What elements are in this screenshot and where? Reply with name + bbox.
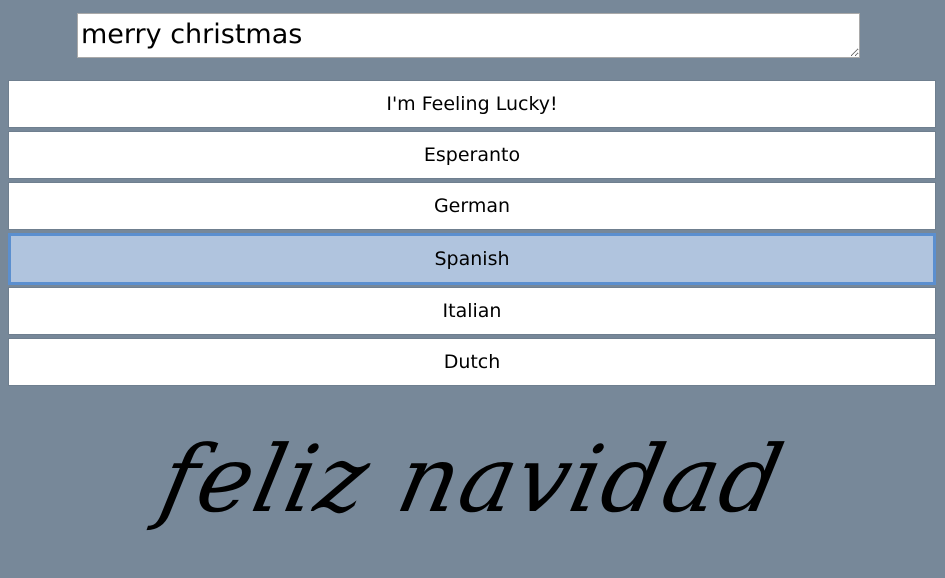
language-button-german[interactable]: German: [8, 182, 936, 230]
phrase-input[interactable]: merry christmas: [77, 13, 860, 58]
feeling-lucky-button[interactable]: I'm Feeling Lucky!: [8, 80, 936, 128]
translation-output: feliz navidad: [151, 426, 794, 533]
language-button-spanish[interactable]: Spanish: [8, 233, 936, 285]
language-button-dutch[interactable]: Dutch: [8, 338, 936, 386]
language-button-esperanto[interactable]: Esperanto: [8, 131, 936, 179]
language-button-list: I'm Feeling Lucky! Esperanto German Span…: [8, 80, 936, 389]
language-button-italian[interactable]: Italian: [8, 287, 936, 335]
phrase-input-wrapper: merry christmas: [77, 13, 860, 58]
